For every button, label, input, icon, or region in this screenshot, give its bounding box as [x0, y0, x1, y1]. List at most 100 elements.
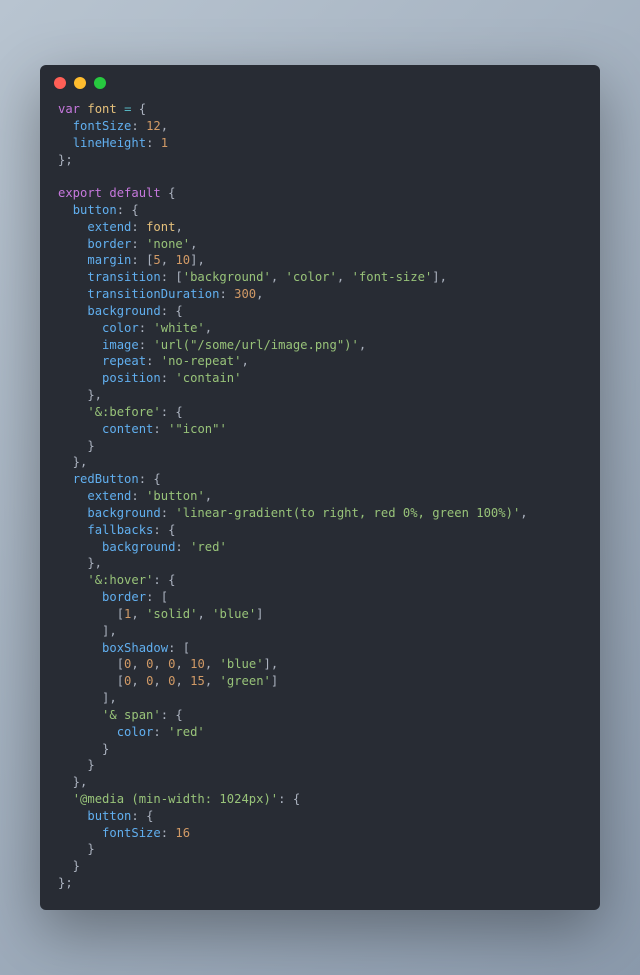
code-token	[58, 321, 102, 335]
code-token: default	[109, 186, 160, 200]
code-token: background	[87, 506, 160, 520]
code-token	[58, 725, 117, 739]
code-token: content	[102, 422, 153, 436]
code-token: color	[102, 321, 139, 335]
code-token: lineHeight	[73, 136, 146, 150]
code-token: :	[131, 220, 146, 234]
code-token: : [	[161, 270, 183, 284]
code-token: 'contain'	[175, 371, 241, 385]
code-token	[58, 371, 102, 385]
code-token: border	[102, 590, 146, 604]
zoom-icon[interactable]	[94, 77, 106, 89]
code-token: : {	[117, 203, 139, 217]
code-token: ,	[175, 657, 190, 671]
code-token	[58, 573, 87, 587]
code-token: 'red'	[168, 725, 205, 739]
code-token: ,	[190, 237, 197, 251]
code-token: ,	[520, 506, 527, 520]
code-token: 'solid'	[146, 607, 197, 621]
code-token: }	[58, 742, 109, 756]
code-token	[58, 136, 73, 150]
code-token: ,	[205, 674, 220, 688]
code-token	[58, 422, 102, 436]
code-token: ],	[190, 253, 205, 267]
code-token: : {	[278, 792, 300, 806]
code-token: 'none'	[146, 237, 190, 251]
code-token: button	[87, 809, 131, 823]
code-token: : {	[153, 523, 175, 537]
code-token: ,	[131, 657, 146, 671]
code-token: position	[102, 371, 161, 385]
code-token: 10	[190, 657, 205, 671]
code-token: },	[58, 775, 87, 789]
code-token: 'url("/some/url/image.png")'	[153, 338, 358, 352]
code-token: 10	[175, 253, 190, 267]
code-token: : [	[146, 590, 168, 604]
code-token: :	[146, 354, 161, 368]
code-token: '&:before'	[87, 405, 160, 419]
code-token: '@media (min-width: 1024px)'	[73, 792, 278, 806]
code-token: background	[102, 540, 175, 554]
minimize-icon[interactable]	[74, 77, 86, 89]
code-token: :	[146, 136, 161, 150]
code-token	[58, 540, 102, 554]
code-token: fallbacks	[87, 523, 153, 537]
code-token: ,	[205, 657, 220, 671]
code-token: transitionDuration	[87, 287, 219, 301]
code-token: 'background'	[183, 270, 271, 284]
code-token: ,	[131, 607, 146, 621]
code-token	[117, 102, 124, 116]
code-token: 'font-size'	[352, 270, 433, 284]
code-token: }	[58, 842, 95, 856]
code-token	[58, 472, 73, 486]
code-token: ,	[241, 354, 248, 368]
code-token: }	[58, 758, 95, 772]
code-token: fontSize	[73, 119, 132, 133]
code-token	[58, 641, 102, 655]
code-token: :	[153, 725, 168, 739]
code-token: 'white'	[153, 321, 204, 335]
code-token: :	[131, 119, 146, 133]
code-token: margin	[87, 253, 131, 267]
code-token	[58, 354, 102, 368]
code-token: font	[87, 102, 116, 116]
code-token: 'no-repeat'	[161, 354, 242, 368]
code-token	[58, 506, 87, 520]
code-token: :	[153, 422, 168, 436]
code-token: export	[58, 186, 102, 200]
code-token: 12	[146, 119, 161, 133]
code-token: 'red'	[190, 540, 227, 554]
code-token: }	[58, 859, 80, 873]
code-token	[58, 809, 87, 823]
code-token: ,	[153, 657, 168, 671]
code-token: 1	[161, 136, 168, 150]
code-token: :	[161, 506, 176, 520]
code-token: }	[58, 439, 95, 453]
code-token: :	[175, 540, 190, 554]
code-token: :	[131, 489, 146, 503]
code-token	[58, 220, 87, 234]
code-token: ],	[58, 691, 117, 705]
code-token: :	[161, 826, 176, 840]
code-token: 300	[234, 287, 256, 301]
code-token: : [	[168, 641, 190, 655]
code-token: ,	[256, 287, 263, 301]
code-token: 'color'	[286, 270, 337, 284]
close-icon[interactable]	[54, 77, 66, 89]
code-token: [	[58, 674, 124, 688]
code-token: ],	[432, 270, 447, 284]
code-token: 'blue'	[212, 607, 256, 621]
code-token: repeat	[102, 354, 146, 368]
code-token: redButton	[73, 472, 139, 486]
code-token	[58, 287, 87, 301]
code-token: },	[58, 388, 102, 402]
code-token: : {	[161, 304, 183, 318]
code-token: ,	[175, 674, 190, 688]
code-token	[58, 270, 87, 284]
code-token: ,	[271, 270, 286, 284]
code-token: {	[131, 102, 146, 116]
code-token: font	[146, 220, 175, 234]
code-token	[58, 826, 102, 840]
code-token	[58, 119, 73, 133]
code-token: ,	[175, 220, 182, 234]
